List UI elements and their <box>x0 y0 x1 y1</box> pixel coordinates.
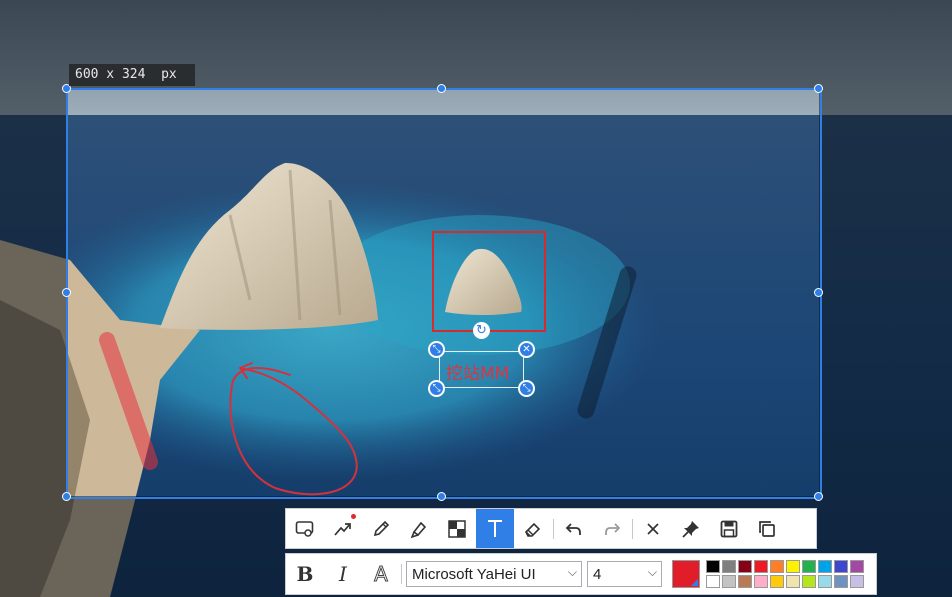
mosaic-icon <box>448 519 466 538</box>
color-swatch[interactable] <box>786 575 800 588</box>
toolbar-separator <box>553 518 554 539</box>
font-size-value: 4 <box>593 565 602 583</box>
selection-size-label: 600 x 324 px <box>69 64 195 86</box>
text-resize-bottom-right[interactable]: ⤡ <box>518 380 535 397</box>
color-swatch[interactable] <box>834 560 848 573</box>
chevron-down-icon: ⌵ <box>567 565 577 579</box>
pin-icon <box>682 520 699 538</box>
font-family-select[interactable]: Microsoft YaHei UI ⌵ <box>406 561 582 587</box>
annotation-toolbar <box>285 508 817 549</box>
color-swatch[interactable] <box>722 560 736 573</box>
redo-icon <box>605 522 621 535</box>
chevron-down-icon: ⌵ <box>647 565 657 579</box>
pencil-icon <box>373 520 390 536</box>
bold-button[interactable]: B <box>286 554 324 594</box>
color-swatch[interactable] <box>754 575 768 588</box>
color-swatch[interactable] <box>706 560 720 573</box>
close-icon <box>647 522 659 535</box>
color-swatch[interactable] <box>802 575 816 588</box>
outline-text-button[interactable]: A <box>362 554 400 594</box>
mosaic-tool-button[interactable] <box>438 509 476 548</box>
color-swatch[interactable] <box>770 575 784 588</box>
resize-handle-right[interactable] <box>814 288 823 297</box>
color-swatch[interactable] <box>834 575 848 588</box>
color-swatch[interactable] <box>850 575 864 588</box>
copy-button[interactable] <box>748 509 786 548</box>
text-icon <box>488 519 502 537</box>
font-size-select[interactable]: 4 ⌵ <box>587 561 662 587</box>
resize-handle-bottom-left[interactable] <box>62 492 71 501</box>
text-format-toolbar: B I A Microsoft YaHei UI ⌵ 4 ⌵ <box>285 553 877 595</box>
eraser-icon <box>525 522 541 537</box>
selection-border <box>66 88 822 499</box>
color-swatch[interactable] <box>802 560 816 573</box>
text-annotation[interactable]: 挖站MM <box>439 351 524 388</box>
color-swatch[interactable] <box>770 560 784 573</box>
copy-icon <box>759 520 775 537</box>
text-annotation-content[interactable]: 挖站MM <box>446 359 509 384</box>
text-close-icon[interactable]: ✕ <box>518 341 535 358</box>
save-icon <box>720 520 738 537</box>
color-swatch[interactable] <box>738 575 752 588</box>
color-swatch[interactable] <box>818 575 832 588</box>
redo-button[interactable] <box>593 509 631 548</box>
current-color-swatch[interactable] <box>672 560 700 588</box>
text-tool-button[interactable] <box>476 509 514 548</box>
marker-tool-button[interactable] <box>400 509 438 548</box>
active-indicator-dot <box>351 514 356 519</box>
resize-handle-bottom-right[interactable] <box>814 492 823 501</box>
font-family-value: Microsoft YaHei UI <box>412 565 536 583</box>
undo-button[interactable] <box>555 509 593 548</box>
resize-handle-top[interactable] <box>437 84 446 93</box>
text-resize-bottom-left[interactable]: ⤡ <box>428 380 445 397</box>
save-button[interactable] <box>710 509 748 548</box>
color-swatch[interactable] <box>706 575 720 588</box>
pin-button[interactable] <box>672 509 710 548</box>
arrow-icon <box>334 522 351 536</box>
resize-handle-top-right[interactable] <box>814 84 823 93</box>
color-swatch[interactable] <box>786 560 800 573</box>
color-swatch[interactable] <box>738 560 752 573</box>
color-swatch[interactable] <box>722 575 736 588</box>
resize-handle-bottom[interactable] <box>437 492 446 501</box>
toolbar-separator <box>632 518 633 539</box>
italic-button[interactable]: I <box>324 554 362 594</box>
arrow-tool-button[interactable] <box>324 509 362 548</box>
marker-icon <box>410 521 427 538</box>
resize-handle-left[interactable] <box>62 288 71 297</box>
text-resize-top-left[interactable]: ⤡ <box>428 341 445 358</box>
color-picker-indicator <box>691 579 698 586</box>
pencil-tool-button[interactable] <box>362 509 400 548</box>
eraser-tool-button[interactable] <box>514 509 552 548</box>
rotate-handle[interactable]: ↻ <box>473 322 490 339</box>
undo-icon <box>565 522 581 535</box>
color-swatch[interactable] <box>754 560 768 573</box>
rectangle-icon <box>295 520 314 537</box>
color-swatch[interactable] <box>850 560 864 573</box>
color-palette <box>706 560 864 588</box>
cancel-button[interactable] <box>634 509 672 548</box>
toolbar-separator <box>401 564 402 584</box>
rectangle-tool-button[interactable] <box>286 509 324 548</box>
color-swatch[interactable] <box>818 560 832 573</box>
